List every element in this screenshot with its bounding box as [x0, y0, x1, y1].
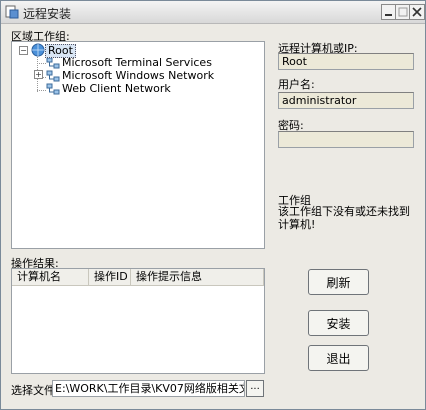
refresh-button[interactable]: 刷新 [308, 269, 369, 295]
tree-item-label: Web Client Network [62, 82, 171, 95]
expand-icon[interactable]: + [34, 70, 43, 79]
username-label: 用户名: [278, 78, 315, 91]
minimize-icon [385, 14, 392, 16]
results-header: 计算机名 操作ID 操作提示信息 [12, 269, 264, 286]
network-icon [46, 57, 60, 69]
file-label: 选择文件 [11, 384, 55, 397]
tree-item-label: Microsoft Windows Network [62, 69, 215, 82]
collapse-icon[interactable]: − [19, 46, 28, 55]
column-operation-info[interactable]: 操作提示信息 [131, 269, 264, 285]
results-list[interactable]: 计算机名 操作ID 操作提示信息 [11, 268, 265, 374]
network-icon [46, 83, 60, 95]
tree-item-label: Microsoft Terminal Services [62, 56, 212, 69]
globe-icon [31, 43, 45, 57]
window-title: 远程安装 [23, 7, 72, 21]
exit-button[interactable]: 退出 [308, 345, 369, 371]
username-field[interactable]: administrator [278, 92, 414, 109]
remote-install-window: 远程安装 区域工作组: − Microsoft Terminal Service… [0, 0, 426, 410]
column-operation-id[interactable]: 操作ID [89, 269, 131, 285]
app-icon [5, 5, 19, 19]
column-computer-name[interactable]: 计算机名 [12, 269, 89, 285]
password-field[interactable] [278, 131, 414, 148]
install-button[interactable]: 安装 [308, 310, 369, 336]
title-bar: 远程安装 [1, 1, 425, 24]
close-icon [412, 7, 422, 17]
maximize-icon [398, 7, 408, 17]
browse-button[interactable]: ... [246, 380, 264, 397]
tree-root-label[interactable]: Root [45, 44, 76, 58]
file-path-input[interactable]: E:\WORK\工作目录\KV07网络版相关文档\KVF [52, 380, 245, 397]
remote-computer-field[interactable]: Root [278, 53, 414, 70]
network-icon [46, 70, 60, 82]
workgroup-message: 该工作组下没有或还未找到计算机! [278, 205, 410, 231]
close-button[interactable] [409, 4, 425, 20]
workgroup-tree[interactable]: − Microsoft Terminal Services + Microsof [11, 41, 265, 249]
